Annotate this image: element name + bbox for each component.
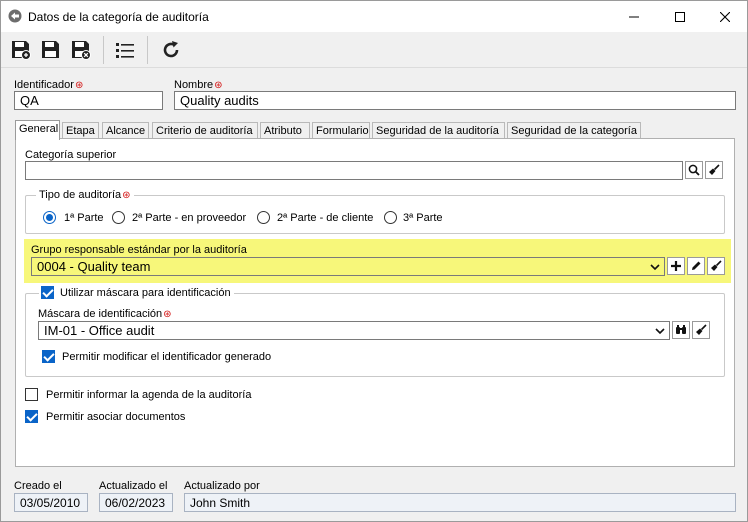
tab-etapa[interactable]: Etapa [62,122,99,139]
use-mask-label: Utilizar máscara para identificación [60,287,231,299]
audit-type-label: Tipo de auditoría⊛ [36,189,134,201]
updated-field: 06/02/2023 [99,493,173,512]
name-field[interactable]: Quality audits [174,91,736,110]
required-icon: ⊛ [214,80,223,91]
toolbar-separator [147,36,148,64]
search-icon [688,164,700,176]
audit-type-1-radio[interactable] [43,211,56,224]
identifier-label: Identificador⊛ [14,79,84,91]
close-icon [720,11,730,22]
created-field: 03/05/2010 [14,493,88,512]
clear-mask-button[interactable] [692,321,710,339]
search-button[interactable] [685,161,703,179]
clear-group-button[interactable] [707,257,725,275]
responsible-group-label: Grupo responsable estándar por la audito… [31,244,247,256]
audit-type-2-supplier-radio[interactable] [112,211,125,224]
plus-icon [671,261,681,271]
minimize-icon [629,16,639,17]
parent-category-field[interactable] [25,161,683,180]
identifier-field[interactable]: QA [14,91,163,110]
chevron-down-icon [655,328,665,335]
list-icon [116,43,134,58]
tab-general[interactable]: General [15,120,60,140]
allow-modify-id-label: Permitir modificar el identificador gene… [62,351,272,363]
allow-schedule-checkbox[interactable] [25,388,38,401]
allow-documents-label: Permitir asociar documentos [46,411,186,423]
required-icon: ⊛ [163,309,172,320]
minimize-button[interactable] [611,1,657,32]
name-label: Nombre⊛ [174,79,223,91]
broom-icon [709,164,720,175]
add-group-button[interactable] [667,257,685,275]
responsible-group-select[interactable]: 0004 - Quality team [31,257,665,276]
maximize-icon [675,11,685,22]
use-mask-legend: Utilizar máscara para identificación [39,286,234,299]
required-icon: ⊛ [122,190,131,201]
toolbar-separator [103,36,104,64]
binoculars-icon [676,325,686,334]
audit-type-2-client-label: 2ª Parte - de cliente [277,212,374,224]
required-icon: ⊛ [74,80,84,91]
tab-formulario[interactable]: Formulario [312,122,370,139]
audit-type-3-radio[interactable] [384,211,397,224]
close-button[interactable] [702,1,748,32]
refresh-icon [163,41,179,58]
allow-documents-checkbox[interactable] [25,410,38,423]
tab-seguridad-auditoria[interactable]: Seguridad de la auditoría [372,122,505,139]
save-close-icon [72,41,91,60]
broom-icon [696,324,707,335]
save-icon [42,41,59,58]
save-new-icon [12,41,31,60]
allow-schedule-label: Permitir informar la agenda de la audito… [46,389,252,401]
updated-label: Actualizado el [99,480,168,492]
dialog-window: Datos de la categoría de auditoría Ident… [0,0,748,522]
tab-alcance[interactable]: Alcance [102,122,149,139]
mask-label: Máscara de identificación⊛ [38,308,172,320]
audit-type-2-client-radio[interactable] [257,211,270,224]
audit-type-3-label: 3ª Parte [403,212,443,224]
maximize-button[interactable] [657,1,703,32]
parent-category-label: Categoría superior [25,149,117,161]
pencil-icon [692,261,701,270]
allow-modify-id-checkbox[interactable] [42,350,55,363]
window-title: Datos de la categoría de auditoría [28,10,209,24]
mask-select[interactable]: IM-01 - Office audit [38,321,670,340]
updated-by-field: John Smith [184,493,736,512]
save-and-close-button[interactable] [69,38,93,62]
tab-atributo[interactable]: Atributo [260,122,310,139]
updated-by-label: Actualizado por [184,480,260,492]
browse-mask-button[interactable] [672,321,690,339]
save-new-button[interactable] [9,38,33,62]
mask-value: IM-01 - Office audit [44,323,155,338]
tab-criterio[interactable]: Criterio de auditoría [152,122,258,139]
title-bar: Datos de la categoría de auditoría [1,1,747,32]
created-label: Creado el [14,480,62,492]
broom-icon [711,260,722,271]
toolbar [1,32,747,68]
refresh-button[interactable] [159,38,183,62]
app-icon [8,9,22,23]
edit-group-button[interactable] [687,257,705,275]
audit-type-1-label: 1ª Parte [64,212,104,224]
chevron-down-icon [650,264,660,271]
clear-button[interactable] [705,161,723,179]
use-mask-checkbox[interactable] [41,286,54,299]
list-button[interactable] [113,38,137,62]
save-button[interactable] [39,38,63,62]
audit-type-2-supplier-label: 2ª Parte - en proveedor [132,212,247,224]
responsible-group-value: 0004 - Quality team [37,259,151,274]
tab-seguridad-categoria[interactable]: Seguridad de la categoría [507,122,641,139]
